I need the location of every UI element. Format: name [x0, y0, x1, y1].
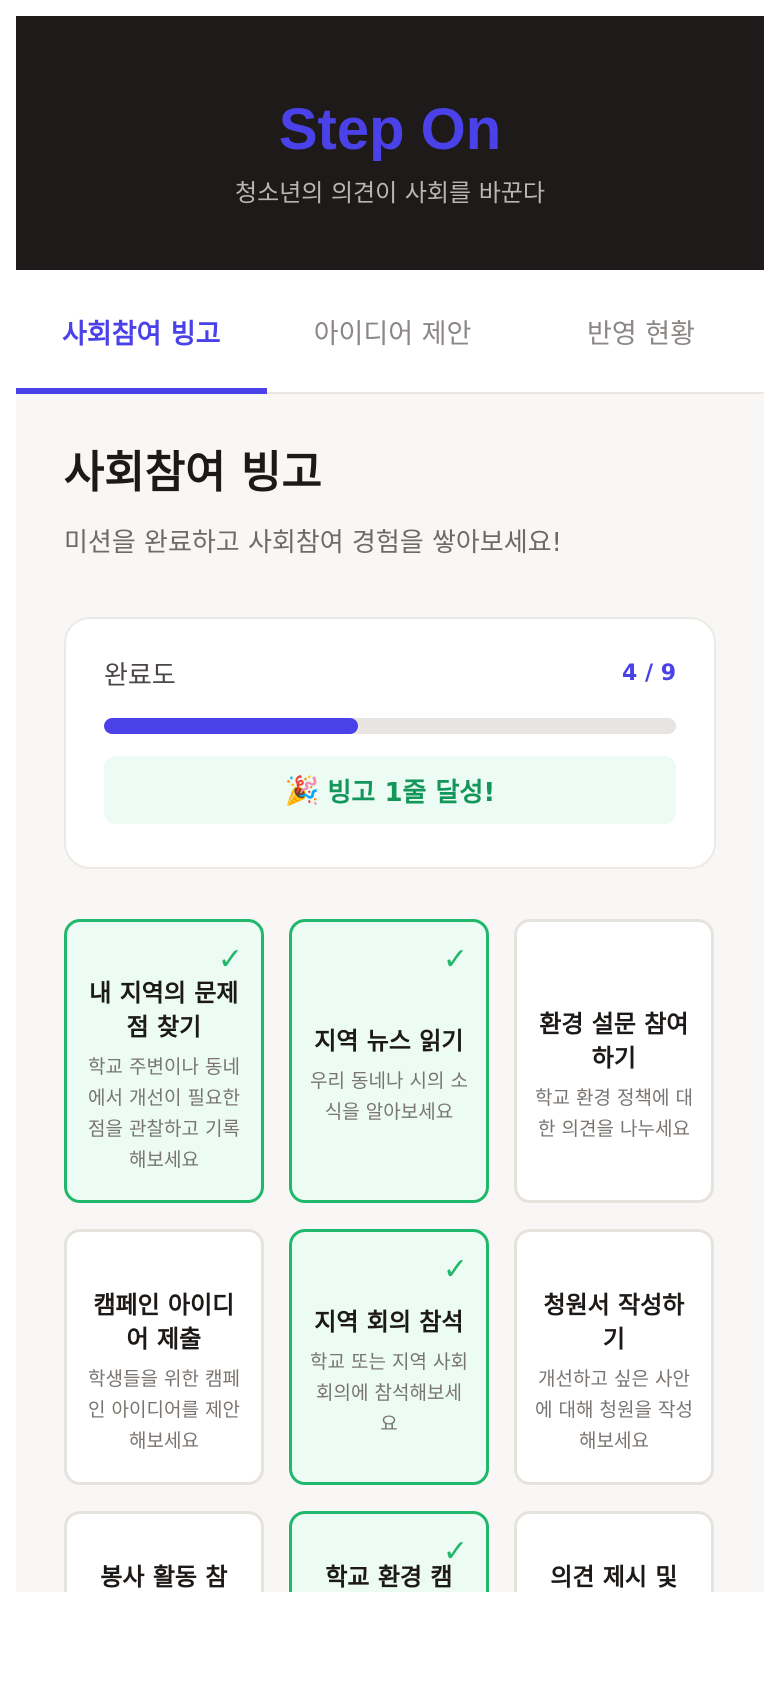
bingo-cell-description: 학교 또는 지역 사회 회의에 참석해보세요	[310, 1350, 468, 1435]
section-subtitle: 미션을 완료하고 사회참여 경험을 쌓아보세요!	[64, 528, 562, 558]
check-icon: ✓	[442, 1534, 468, 1569]
bingo-cell[interactable]: 봉사 활동 참	[64, 1511, 264, 1592]
bingo-cell[interactable]: 캠페인 아이디어 제출학생들을 위한 캠페인 아이디어를 제안해보세요	[64, 1229, 264, 1485]
bingo-cell-title: 캠페인 아이디어 제출	[93, 1290, 235, 1353]
check-icon: ✓	[217, 942, 243, 977]
check-icon: ✓	[442, 942, 468, 977]
bingo-cell[interactable]: 청원서 작성하기개선하고 싶은 사안에 대해 청원을 작성해보세요	[514, 1229, 714, 1485]
bingo-cell-title: 의견 제시 및	[550, 1563, 678, 1591]
bingo-cell-title: 청원서 작성하기	[543, 1290, 685, 1353]
bingo-cell-title: 내 지역의 문제점 찾기	[89, 979, 239, 1041]
bingo-grid: ✓ 내 지역의 문제점 찾기 학교 주변이나 동네에서 개선이 필요한 점을 관찰하…	[64, 919, 716, 1592]
bingo-cell-title: 봉사 활동 참	[100, 1563, 228, 1591]
progress-label: 완료도	[104, 661, 176, 691]
bingo-cell[interactable]: 환경 설문 참여하기학교 환경 정책에 대한 의견을 나누세요	[514, 919, 714, 1203]
bingo-section: 사회참여 빙고 미션을 완료하고 사회참여 경험을 쌓아보세요! 완료도 4 /…	[16, 446, 764, 1592]
achievement-banner: 🎉 빙고 1줄 달성!	[104, 756, 676, 824]
active-tab-indicator	[16, 388, 267, 394]
hero-header: Step On 청소년의 의견이 사회를 바꾼다	[16, 16, 764, 270]
tab-social-bingo[interactable]: 사회참여 빙고	[16, 270, 267, 392]
bingo-cell[interactable]: ✓ 지역 회의 참석학교 또는 지역 사회 회의에 참석해보세요	[289, 1229, 489, 1485]
bingo-cell-description: 학교 환경 정책에 대한 의견을 나누세요	[535, 1087, 693, 1140]
check-icon: ✓	[442, 1252, 468, 1287]
progress-header: 완료도 4 / 9	[104, 655, 676, 692]
tab-reflection-status[interactable]: 반영 현황	[518, 270, 764, 392]
bingo-cell-description: 학교 주변이나 동네에서 개선이 필요한 점을 관찰하고 기록해보세요	[88, 1056, 240, 1171]
app-frame: Step On 청소년의 의견이 사회를 바꾼다 사회참여 빙고 아이디어 제안…	[16, 16, 764, 1592]
achievement-text: 빙고 1줄 달성!	[327, 777, 496, 808]
bingo-cell[interactable]: ✓ 지역 뉴스 읽기우리 동네나 시의 소식을 알아보세요	[289, 919, 489, 1203]
bingo-cell-title: 지역 회의 참석	[314, 1307, 464, 1336]
bingo-cell-description: 우리 동네나 시의 소식을 알아보세요	[310, 1070, 468, 1123]
bingo-cell-title: 학교 환경 캠	[325, 1563, 453, 1591]
app-title: Step On	[278, 96, 502, 162]
bingo-cell[interactable]: 의견 제시 및	[514, 1511, 714, 1592]
progress-card: 완료도 4 / 9 🎉 빙고 1줄 달성!	[64, 617, 716, 869]
bingo-cell[interactable]: ✓ 내 지역의 문제점 찾기학교 주변이나 동네에서 개선이 필요한 점을 관찰하…	[64, 919, 264, 1203]
bingo-cell[interactable]: ✓ 학교 환경 캠	[289, 1511, 489, 1592]
section-title: 사회참여 빙고	[64, 447, 323, 498]
progress-count: 4 / 9	[622, 661, 676, 686]
bingo-cell-title: 지역 뉴스 읽기	[314, 1027, 464, 1055]
app-tagline: 청소년의 의견이 사회를 바꾼다	[235, 178, 545, 207]
tab-idea-proposal[interactable]: 아이디어 제안	[267, 270, 518, 392]
bingo-cell-description: 개선하고 싶은 사안에 대해 청원을 작성해보세요	[535, 1367, 693, 1452]
tab-bar: 사회참여 빙고 아이디어 제안 반영 현황	[16, 270, 764, 394]
bingo-cell-title: 환경 설문 참여하기	[539, 1010, 689, 1072]
bingo-cell-description: 학생들을 위한 캠페인 아이디어를 제안해보세요	[88, 1367, 240, 1452]
progress-bar	[104, 718, 676, 734]
progress-bar-fill	[104, 718, 359, 734]
party-popper-icon: 🎉	[284, 773, 320, 807]
